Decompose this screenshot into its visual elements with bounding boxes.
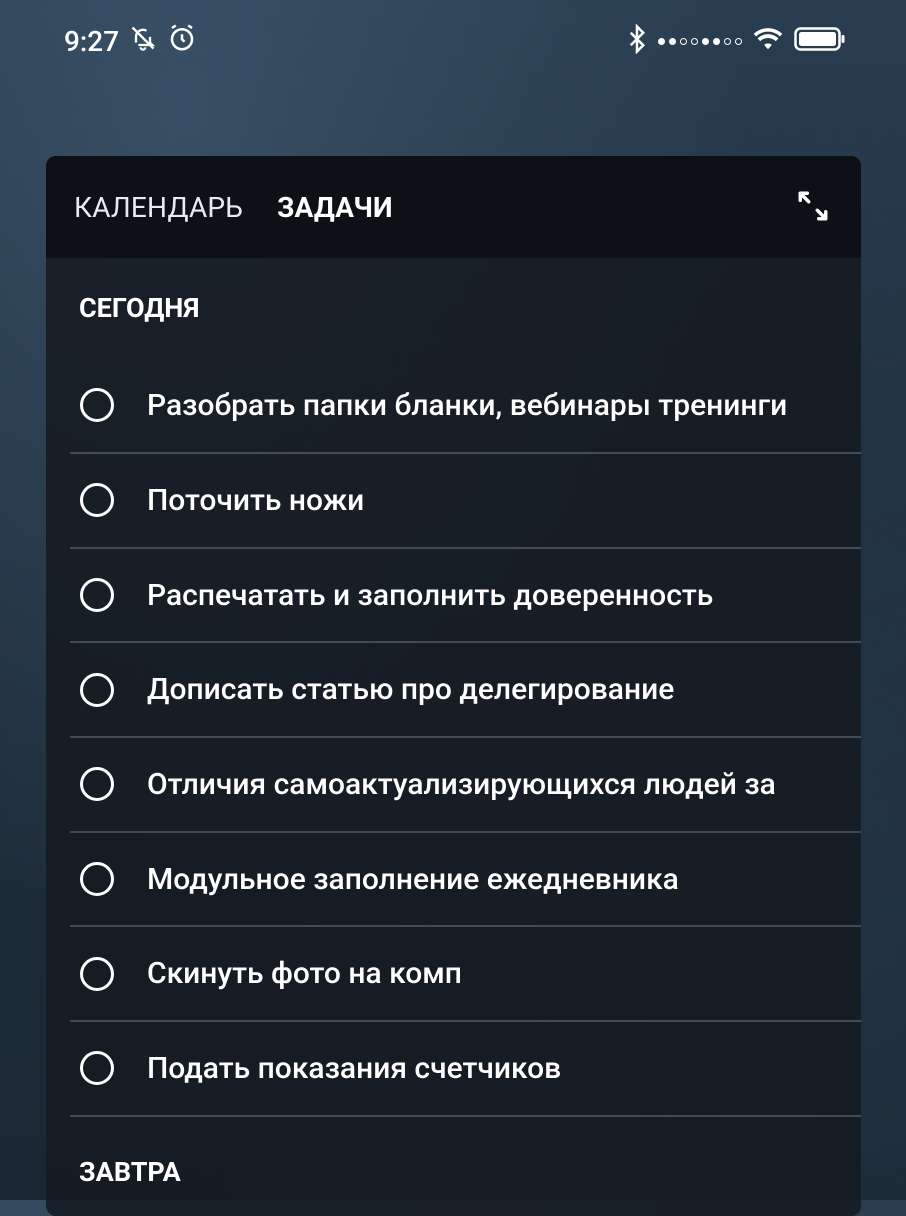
task-checkbox[interactable] — [80, 483, 114, 518]
task-text: Дописать статью про делегирование — [147, 672, 675, 708]
task-text: Поточить ножи — [147, 482, 365, 518]
task-text: Отличия самоактуализирующихся людей за — [147, 766, 776, 802]
section-title-today: СЕГОДНЯ — [79, 292, 200, 324]
task-text: Распечатать и заполнить доверенность — [147, 577, 714, 613]
expand-icon[interactable] — [793, 186, 833, 226]
task-text: Скинуть фото на комп — [147, 956, 462, 992]
task-item[interactable]: Скинуть фото на комп — [70, 927, 861, 1023]
task-item[interactable]: Подать показания счетчиков — [70, 1022, 861, 1117]
task-checkbox[interactable] — [80, 388, 114, 422]
status-right — [626, 23, 846, 58]
signal-dots-icon — [658, 37, 742, 45]
task-list-today: Разобрать папки бланки, вебинары тренинг… — [46, 358, 861, 1117]
wifi-icon — [752, 26, 784, 56]
status-time: 9:27 — [64, 24, 120, 58]
section-title-tomorrow: ЗАВТРА — [79, 1155, 181, 1188]
alarm-icon — [167, 23, 197, 60]
task-checkbox[interactable] — [80, 1051, 114, 1086]
task-item[interactable]: Разобрать папки бланки, вебинары тренинг… — [70, 358, 861, 454]
task-checkbox[interactable] — [80, 672, 114, 707]
task-checkbox[interactable] — [80, 956, 114, 991]
task-item[interactable]: Отличия самоактуализирующихся людей за — [70, 738, 861, 833]
task-text: Подать показания счетчиков — [147, 1050, 562, 1086]
battery-icon — [794, 26, 846, 56]
task-item[interactable]: Распечатать и заполнить доверенность — [70, 549, 861, 644]
task-checkbox[interactable] — [80, 767, 114, 802]
status-bar: 9:27 — [0, 0, 906, 82]
task-checkbox[interactable] — [80, 578, 114, 613]
widget-header: КАЛЕНДАРЬ ЗАДАЧИ — [46, 156, 861, 258]
tab-calendar[interactable]: КАЛЕНДАРЬ — [74, 191, 243, 224]
task-item[interactable]: Модульное заполнение ежедневника — [70, 833, 861, 928]
task-item[interactable]: Дописать статью про делегирование — [70, 643, 861, 739]
tab-tasks[interactable]: ЗАДАЧИ — [277, 191, 393, 224]
status-left: 9:27 — [64, 23, 197, 60]
bell-muted-icon — [129, 24, 157, 59]
tasks-widget: КАЛЕНДАРЬ ЗАДАЧИ СЕГОДНЯ Разобрать папки… — [46, 156, 861, 1216]
bluetooth-icon — [626, 23, 648, 58]
task-checkbox[interactable] — [80, 862, 114, 897]
task-text: Разобрать папки бланки, вебинары тренинг… — [147, 387, 788, 423]
task-text: Модульное заполнение ежедневника — [147, 861, 679, 897]
task-item[interactable]: Поточить ножи — [70, 454, 861, 549]
